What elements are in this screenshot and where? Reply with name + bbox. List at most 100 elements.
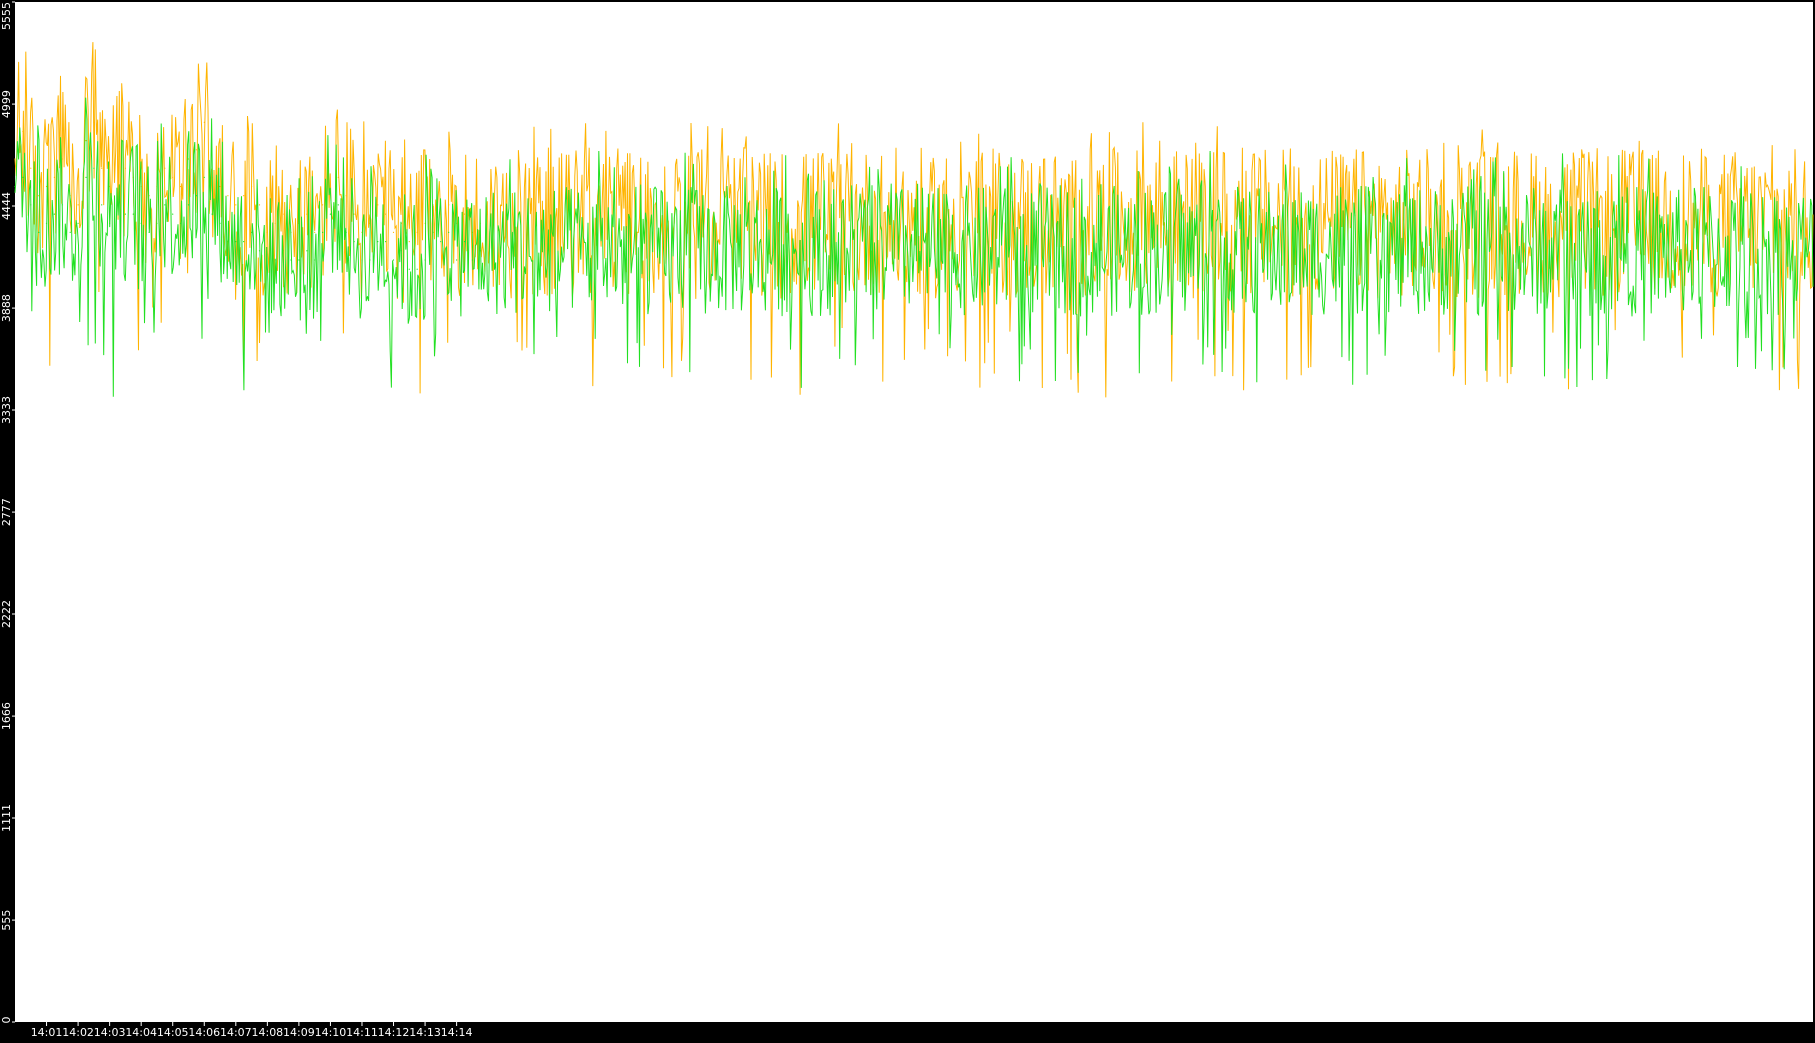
series-1-point	[93, 167, 95, 169]
series-0-point	[251, 185, 253, 188]
series-1-point	[322, 231, 324, 233]
series-0-point	[77, 204, 79, 206]
x-tick-label: 14:11	[346, 1026, 378, 1039]
series-0-point	[219, 185, 221, 188]
series-0-point	[258, 204, 261, 206]
series-0-point	[416, 231, 418, 233]
series-1-point	[251, 231, 253, 233]
series-0-point	[180, 185, 182, 188]
series-0-point	[124, 167, 126, 169]
series-0-point	[116, 158, 119, 160]
series-1-point	[156, 222, 158, 224]
series-1-point	[448, 231, 450, 233]
series-1-point	[203, 176, 205, 178]
series-1-point	[424, 259, 426, 261]
series-1-point	[440, 241, 442, 243]
chart: 0 555 1111 1666 2222 2777 3333 3888 4444 4999 5555…	[0, 0, 1815, 1039]
series-1-point	[187, 204, 190, 206]
x-tick-label: 14:14	[441, 1026, 473, 1039]
series-0-point	[30, 167, 32, 169]
series-1-point	[30, 204, 32, 206]
series-1-point	[148, 231, 150, 233]
chart-svg: 0 555 1111 1666 2222 2777 3333 3888 4444 4999 5555…	[0, 0, 1815, 1039]
series-1-point	[400, 250, 402, 252]
series-1-point	[298, 259, 300, 261]
x-tick-label: 14:12	[378, 1026, 410, 1039]
series-1-point	[14, 185, 16, 188]
series-1-point	[45, 222, 48, 224]
series-1-point	[377, 241, 379, 243]
x-tick-label: 14:04	[125, 1026, 157, 1039]
series-1-point	[219, 222, 221, 224]
series-1-point	[274, 259, 276, 261]
series-1-point	[132, 213, 134, 215]
series-0-point	[266, 231, 268, 233]
x-tick-label: 14:13	[409, 1026, 441, 1039]
series-0-point	[61, 158, 63, 160]
series-1-point	[479, 250, 481, 252]
series-1-point	[172, 213, 174, 215]
series-1-point	[471, 259, 473, 261]
series-1-point	[314, 259, 316, 261]
series-1-point	[22, 176, 24, 178]
series-0-point	[235, 204, 237, 206]
series-0-point	[93, 121, 95, 123]
series-1-point	[258, 250, 261, 252]
series-1-point	[164, 204, 166, 206]
series-0-point	[22, 130, 24, 133]
series-1-point	[77, 222, 79, 224]
x-tick-label: 14:02	[62, 1026, 94, 1039]
series-1-point	[385, 241, 387, 243]
series-1-point	[345, 231, 347, 233]
x-tick-label: 14:09	[283, 1026, 315, 1039]
series-0-point	[448, 204, 450, 206]
series-0-point	[164, 167, 166, 169]
series-1-point	[361, 259, 363, 261]
series-1-point	[337, 204, 339, 206]
y-tick-label: 3333	[0, 396, 13, 424]
series-1-point	[329, 213, 331, 215]
series-0-point	[282, 213, 284, 215]
series-1-point	[235, 241, 237, 243]
series-0-point	[274, 222, 276, 224]
y-tick-label: 5555	[0, 2, 13, 30]
series-0-point	[314, 231, 316, 233]
x-tick-label: 14:07	[220, 1026, 252, 1039]
series-0-point	[306, 213, 308, 215]
x-tick-label: 14:05	[157, 1026, 189, 1039]
series-1-point	[392, 259, 395, 261]
series-1-point	[116, 204, 119, 206]
series-0-point	[172, 176, 174, 178]
series-1-point	[290, 259, 292, 261]
series-0-point	[345, 195, 347, 197]
series-1-point	[85, 176, 87, 178]
y-tick-label: 2777	[0, 498, 13, 526]
y-tick-label: 1666	[0, 702, 13, 730]
series-1-point	[456, 259, 458, 261]
x-tick-label: 14:01	[31, 1026, 63, 1039]
series-1-point	[369, 259, 371, 261]
x-tick-label: 14:10	[315, 1026, 347, 1039]
series-0-point	[408, 241, 410, 243]
y-tick-label: 4444	[0, 192, 13, 220]
series-1-point	[243, 241, 245, 243]
series-0-point	[463, 213, 466, 215]
series-1-point	[53, 213, 56, 215]
series-0-point	[377, 204, 379, 206]
series-1-point	[353, 241, 355, 243]
series-1-point	[124, 213, 126, 215]
series-0-point	[203, 121, 205, 123]
y-tick-label: 2222	[0, 600, 13, 628]
series-1-point	[211, 213, 213, 215]
series-0-point	[322, 204, 324, 206]
series-1-point	[408, 268, 410, 270]
series-1-point	[463, 241, 466, 243]
x-tick-label: 14:03	[94, 1026, 126, 1039]
series-0-point	[329, 185, 331, 188]
y-tick-label: 1111	[0, 804, 13, 832]
x-tick-label: 14:08	[251, 1026, 283, 1039]
series-0-point	[385, 213, 387, 215]
series-1-point	[180, 222, 182, 224]
series-1-point	[282, 250, 284, 252]
series-1-point	[101, 204, 103, 206]
